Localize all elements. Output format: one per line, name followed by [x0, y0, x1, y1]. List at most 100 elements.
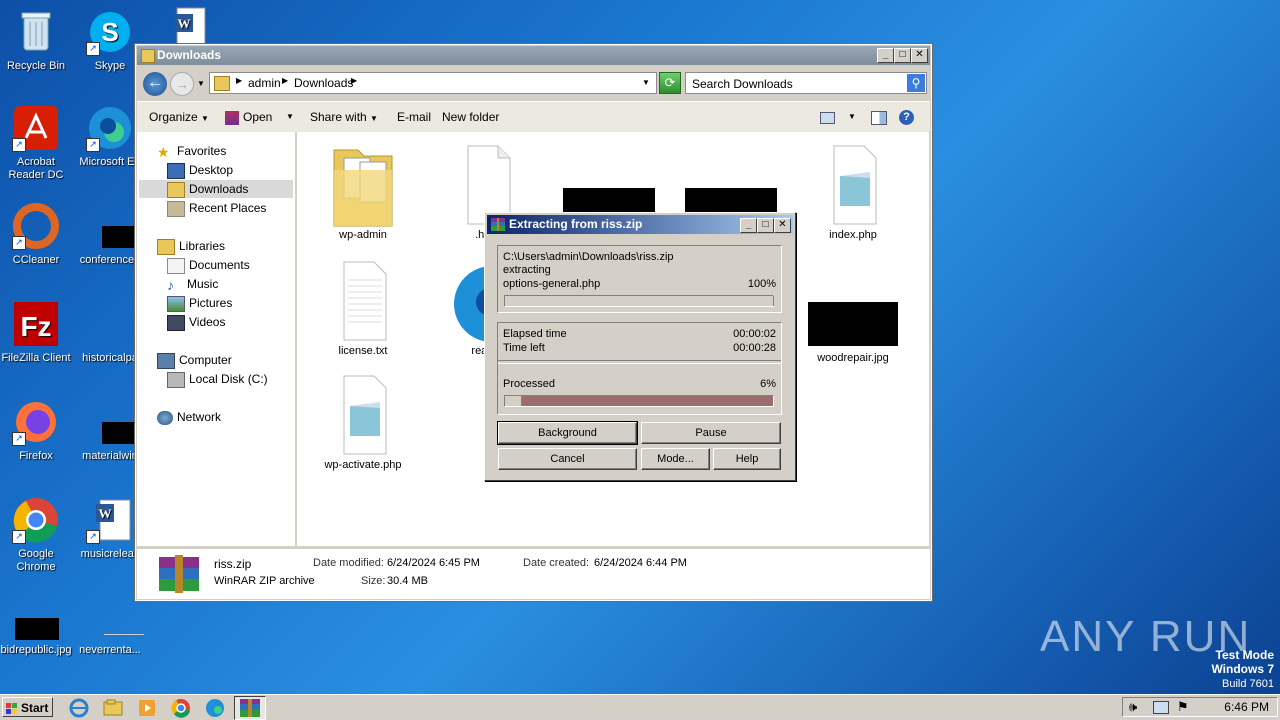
details-size: 30.4 MB	[387, 575, 428, 587]
open-dropdown-chevron-icon[interactable]: ▼	[286, 102, 294, 132]
pictures-icon	[167, 295, 185, 312]
nav-libraries[interactable]: Libraries	[157, 237, 225, 255]
nav-computer[interactable]: Computer	[157, 351, 232, 369]
desktop-icon-label: Google Chrome	[16, 548, 56, 573]
search-input[interactable]: Search Downloads	[692, 77, 793, 91]
volume-icon[interactable]: 🕪	[1129, 699, 1137, 715]
help-icon[interactable]: ?	[899, 102, 914, 132]
view-options-icon[interactable]	[820, 102, 835, 132]
nav-videos[interactable]: Videos	[167, 313, 225, 331]
breadcrumb[interactable]: ▶ admin ▶ Downloads ▶ ▼	[209, 72, 657, 94]
computer-icon	[157, 352, 175, 369]
bidrepublic-image-icon[interactable]: bidrepublic.jpg	[0, 604, 74, 657]
chevron-down-icon[interactable]: ▼	[642, 78, 650, 87]
extract-action: extracting	[503, 264, 551, 276]
chevron-right-icon: ▶	[282, 76, 289, 85]
ie-taskbar-icon[interactable]	[68, 698, 90, 718]
winrar-icon	[491, 218, 505, 231]
ccleaner-icon[interactable]: ↗ CCleaner	[0, 202, 74, 267]
winrar-taskbar-button[interactable]	[234, 696, 266, 720]
notepad-file-icon	[833, 145, 877, 225]
filezilla-icon[interactable]: Fz FileZilla Client	[0, 300, 74, 365]
maximize-button[interactable]: □	[757, 218, 774, 233]
share-with-button[interactable]: Share with ▼	[310, 102, 378, 132]
mode-button[interactable]: Mode...	[641, 448, 710, 470]
organize-button[interactable]: Organize ▼	[149, 102, 209, 132]
file-item[interactable]: index.php	[803, 140, 903, 241]
breadcrumb-downloads[interactable]: Downloads	[294, 76, 353, 90]
recycle-bin-glyph	[12, 8, 60, 56]
current-file-group: C:\Users\admin\Downloads\riss.zip extrac…	[497, 245, 782, 313]
nav-network[interactable]: Network	[157, 408, 221, 426]
file-item[interactable]: woodrepair.jpg	[803, 256, 903, 364]
chrome-icon[interactable]: ↗ Google Chrome	[0, 496, 74, 574]
history-chevron-icon[interactable]: ▼	[197, 79, 205, 88]
file-percent: 100%	[747, 278, 776, 290]
chrome-taskbar-icon[interactable]	[170, 698, 192, 718]
open-button[interactable]: Open	[225, 102, 272, 132]
pause-button[interactable]: Pause	[641, 422, 781, 444]
back-arrow-icon[interactable]: ←	[143, 72, 167, 96]
minimize-button[interactable]: _	[740, 218, 757, 233]
file-name: woodrepair.jpg	[817, 352, 889, 364]
archive-path: C:\Users\admin\Downloads\riss.zip	[503, 251, 674, 263]
media-player-taskbar-icon[interactable]	[136, 698, 158, 718]
neverrenta-file-icon[interactable]: neverrenta...	[72, 604, 148, 657]
processed-progress-fill	[505, 396, 523, 406]
libraries-icon	[157, 238, 175, 255]
acrobat-reader-icon[interactable]: ↗ Acrobat Reader DC	[0, 104, 74, 182]
nav-favorites[interactable]: ★ Favorites	[157, 142, 226, 160]
desktop-icon-label: bidrepublic.jpg	[0, 644, 72, 656]
nav-music[interactable]: ♪ Music	[167, 275, 218, 293]
svg-text:Fz: Fz	[20, 311, 51, 342]
windows-logo-icon	[6, 701, 18, 714]
details-created-label: Date created:	[523, 557, 590, 569]
desktop-icon-label: neverrenta...	[79, 644, 141, 656]
search-icon[interactable]: ⚲	[907, 74, 925, 92]
nav-desktop[interactable]: Desktop	[167, 161, 233, 179]
search-box[interactable]: Search Downloads ⚲	[685, 72, 927, 94]
forward-arrow-icon[interactable]: →	[170, 72, 194, 96]
network-icon	[157, 410, 173, 425]
refresh-icon[interactable]: ⟳	[659, 72, 681, 94]
current-file: options-general.php	[503, 278, 601, 290]
file-item[interactable]: wp-activate.php	[313, 370, 413, 471]
edge-taskbar-icon[interactable]	[204, 698, 226, 718]
network-tray-icon[interactable]	[1153, 701, 1169, 714]
cancel-button[interactable]: Cancel	[498, 448, 637, 470]
maximize-button[interactable]: □	[894, 48, 911, 63]
time-group: Elapsed time 00:00:02 Time left 00:00:28…	[497, 322, 782, 415]
help-button[interactable]: Help	[713, 448, 781, 470]
chevron-right-icon: ▶	[236, 76, 243, 85]
nav-documents[interactable]: Documents	[167, 256, 250, 274]
desktop-icon-label: Acrobat Reader DC	[8, 156, 64, 181]
file-item[interactable]: license.txt	[313, 256, 413, 357]
recycle-bin-icon[interactable]: Recycle Bin	[0, 8, 74, 73]
command-toolbar: Organize ▼ Open ▼ Share with ▼ E-mail Ne…	[137, 101, 930, 133]
chevron-down-icon[interactable]: ▼	[848, 102, 856, 132]
firefox-icon[interactable]: ↗ Firefox	[0, 398, 74, 463]
start-button[interactable]: Start	[2, 697, 53, 717]
clock[interactable]: 6:46 PM	[1224, 700, 1269, 714]
close-button[interactable]: ✕	[911, 48, 928, 63]
dialog-titlebar[interactable]: Extracting from riss.zip _ □ ✕	[487, 215, 793, 234]
elapsed-label: Elapsed time	[503, 328, 567, 340]
file-progress-fill	[505, 296, 774, 306]
nav-local-disk[interactable]: Local Disk (C:)	[167, 370, 268, 388]
music-icon: ♪	[167, 276, 174, 293]
minimize-button[interactable]: _	[877, 48, 894, 63]
new-folder-button[interactable]: New folder	[442, 102, 499, 132]
breadcrumb-admin[interactable]: admin	[248, 76, 281, 90]
file-item[interactable]: wp-admin	[313, 140, 413, 241]
close-button[interactable]: ✕	[774, 218, 791, 233]
explorer-taskbar-icon[interactable]	[102, 698, 124, 718]
nav-downloads[interactable]: Downloads	[139, 180, 293, 198]
nav-pictures[interactable]: Pictures	[167, 294, 232, 312]
preview-pane-icon[interactable]	[871, 102, 887, 132]
background-button[interactable]: Background	[497, 421, 638, 445]
explorer-titlebar[interactable]: Downloads _ □ ✕	[137, 46, 930, 65]
action-center-flag-icon[interactable]: ⚑	[1177, 699, 1189, 715]
nav-recent-places[interactable]: Recent Places	[167, 199, 266, 217]
email-button[interactable]: E-mail	[397, 102, 431, 132]
system-tray: 🕪 ⚑ 6:46 PM	[1122, 697, 1278, 717]
